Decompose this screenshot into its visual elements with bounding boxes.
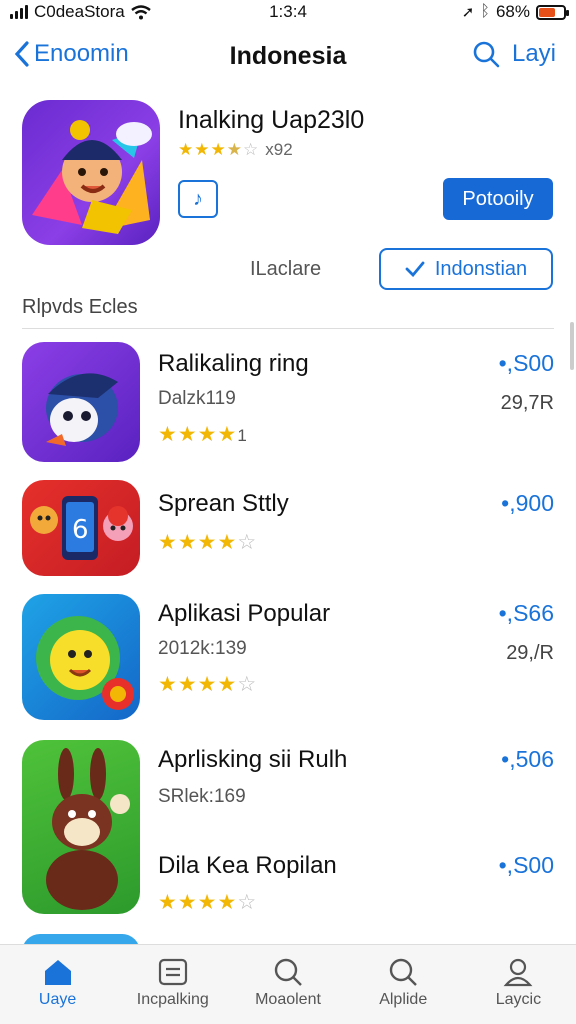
featured-app-name: Inalking Uap23l0 xyxy=(178,106,365,134)
search-icon xyxy=(390,958,418,986)
tab-search-2[interactable]: Alplide xyxy=(346,945,461,1024)
status-bar: C0deaStora 1:3:4 ➚ ᛒ 68% xyxy=(0,0,576,24)
app-name: Aplikasi Popular xyxy=(158,600,331,627)
location-icon: ➚ xyxy=(461,4,475,21)
rating-stars: ★★★★☆ xyxy=(158,891,258,914)
app-name: Sprean Sttly xyxy=(158,490,289,517)
search-icon xyxy=(274,958,302,986)
app-name: Ralikaling ring xyxy=(158,350,309,377)
app-subtitle: SRlek:169 xyxy=(158,786,246,807)
person-icon xyxy=(504,958,533,987)
tab-home[interactable]: Uaye xyxy=(0,945,115,1024)
app-price[interactable]: •,900 xyxy=(501,490,554,517)
checkmark-icon xyxy=(405,261,425,277)
app-name: Dila Kea Ropilan xyxy=(158,852,337,879)
list-header: Rlpvds Ecles xyxy=(22,296,138,318)
signal-icon xyxy=(10,5,28,19)
list-icon xyxy=(158,958,187,986)
featured-app-icon[interactable] xyxy=(22,100,160,245)
featured-rating-count: x92 xyxy=(265,140,293,159)
search-icon xyxy=(473,41,500,68)
region-label: Indonstian xyxy=(434,257,528,280)
battery-icon xyxy=(536,4,569,20)
section-label: ILaclare xyxy=(250,258,322,280)
battery-percent: 68% xyxy=(495,2,530,21)
region-toggle-button[interactable]: Indonstian xyxy=(379,248,553,290)
tab-label: Alplide xyxy=(379,991,428,1008)
app-icon-creature xyxy=(22,594,140,720)
app-price[interactable]: •,S00 xyxy=(499,350,554,377)
tab-search-1[interactable]: Moaolent xyxy=(230,945,345,1024)
app-size: 29,7R xyxy=(500,392,554,414)
tab-bar: Uaye Incpalking Moaolent Alplide Laycic xyxy=(0,944,576,1024)
bluetooth-icon: ᛒ xyxy=(480,3,490,20)
list-item[interactable]: Aprlisking sii Rulh SRlek:169 •,506 Dila… xyxy=(0,740,576,914)
tab-label: Incpalking xyxy=(136,991,209,1008)
app-rating: ★★★★1 xyxy=(158,422,247,447)
tab-label: Uaye xyxy=(38,991,77,1008)
svg-text:6: 6 xyxy=(72,515,89,545)
app-subtitle: 2012k:139 xyxy=(158,638,247,659)
tab-list[interactable]: Incpalking xyxy=(115,945,230,1024)
app-price[interactable]: •,506 xyxy=(501,746,554,773)
list-item[interactable]: 6 Sprean Sttly ★★★★☆ •,900 xyxy=(0,478,576,578)
search-button[interactable]: Layi xyxy=(472,40,556,68)
rating-suffix: 1 xyxy=(237,426,247,445)
app-rating: ★★★★☆ xyxy=(158,672,257,697)
navigation-bar: Enoomin Indonesia Layi xyxy=(0,34,576,78)
tab-label: Moaolent xyxy=(255,991,321,1008)
home-icon xyxy=(44,960,71,985)
app-price[interactable]: •,S66 xyxy=(499,600,554,627)
carrier-label: C0deaStora xyxy=(34,2,125,21)
search-label: Layi xyxy=(511,40,556,67)
featured-stars: ★★★★☆ xyxy=(178,140,260,159)
app-rating: ★★★★☆ xyxy=(158,890,257,915)
music-note-icon: ♪ xyxy=(193,187,203,210)
rating-stars: ★★★★☆ xyxy=(158,531,258,554)
list-item[interactable]: Ralikaling ring Dalzk119 ★★★★1 •,S00 29,… xyxy=(0,340,576,464)
app-icon-rabbit xyxy=(22,740,140,914)
clock: 1:3:4 xyxy=(269,2,307,21)
rating-stars: ★★★★☆ xyxy=(158,673,258,696)
rating-stars: ★★★★ xyxy=(158,423,238,446)
app-icon-phone: 6 xyxy=(22,480,140,576)
app-rating: ★★★★☆ xyxy=(158,530,257,555)
app-price[interactable]: •,S00 xyxy=(499,852,554,879)
list-item[interactable]: Aplikasi Popular 2012k:139 ★★★★☆ •,S66 2… xyxy=(0,594,576,720)
get-button[interactable]: Potooily xyxy=(443,178,553,220)
wifi-icon xyxy=(130,4,151,19)
app-subtitle: Dalzk119 xyxy=(158,388,236,409)
tab-label: Laycic xyxy=(495,991,542,1008)
featured-rating: ★★★★☆ x92 xyxy=(178,140,293,160)
divider xyxy=(22,328,554,329)
app-name: Aprlisking sii Rulh xyxy=(158,746,348,773)
tab-profile[interactable]: Laycic xyxy=(461,945,576,1024)
app-size: 29,/R xyxy=(506,642,554,664)
music-button[interactable]: ♪ xyxy=(178,180,218,218)
app-icon-bird xyxy=(22,342,140,462)
battery-fill xyxy=(539,7,556,17)
